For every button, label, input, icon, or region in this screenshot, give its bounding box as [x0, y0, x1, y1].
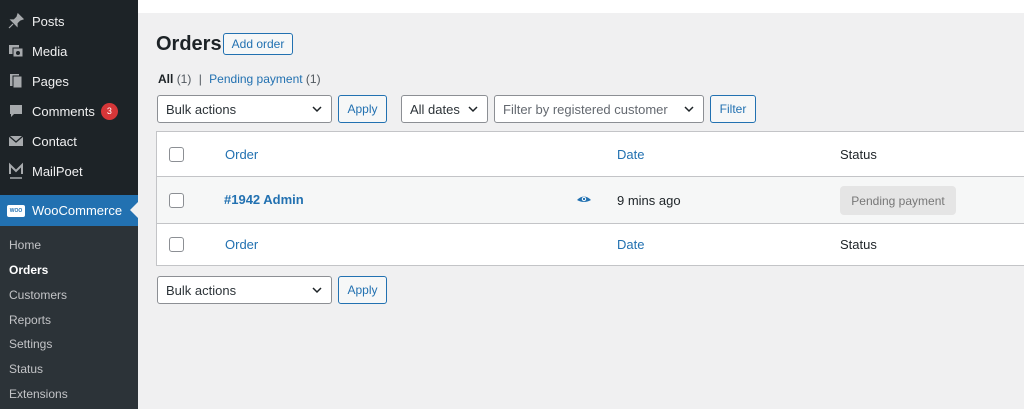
menu-item-pages[interactable]: Pages — [0, 66, 138, 96]
active-menu-pointer — [130, 202, 138, 218]
table-row[interactable]: #1942 Admin 9 mins ago Pending payment — [157, 177, 1024, 224]
apply-button-top[interactable]: Apply — [338, 95, 387, 123]
column-footer-order[interactable]: Order — [225, 237, 258, 252]
bulk-actions-value: Bulk actions — [166, 101, 237, 117]
menu-item-label: Comments — [32, 103, 95, 119]
customer-filter-select[interactable]: Filter by registered customer — [494, 95, 704, 123]
menu-item-posts[interactable]: Posts — [0, 6, 138, 36]
view-separator: | — [198, 72, 202, 86]
top-header-strip — [138, 0, 1024, 13]
view-pending-count: (1) — [305, 72, 321, 86]
menu-item-label: Pages — [32, 73, 69, 89]
menu-item-label: MailPoet — [32, 163, 83, 179]
chevron-down-icon — [468, 106, 478, 113]
status-badge: Pending payment — [840, 186, 956, 215]
row-checkbox[interactable] — [169, 193, 184, 208]
column-header-status: Status — [840, 147, 877, 162]
column-footer-status: Status — [840, 237, 877, 252]
select-all-checkbox-footer[interactable] — [169, 237, 184, 252]
woocommerce-icon: WOO — [6, 201, 26, 221]
order-status-views: All (1) | Pending payment (1) — [158, 72, 321, 86]
bulk-actions-select-top[interactable]: Bulk actions — [157, 95, 332, 123]
column-header-date[interactable]: Date — [617, 147, 644, 162]
add-order-button[interactable]: Add order — [223, 33, 293, 55]
dates-value: All dates — [410, 101, 460, 117]
menu-item-media[interactable]: Media — [0, 36, 138, 66]
column-header-order[interactable]: Order — [225, 147, 258, 162]
submenu-item-home[interactable]: Home — [9, 238, 41, 252]
dates-select[interactable]: All dates — [401, 95, 488, 123]
comment-icon — [6, 101, 26, 121]
customer-filter-placeholder: Filter by registered customer — [503, 101, 668, 117]
menu-item-woocommerce[interactable]: WOO WooCommerce — [0, 195, 138, 226]
page-title: Orders — [156, 33, 222, 55]
comment-count-badge: 3 — [100, 102, 118, 120]
select-all-checkbox[interactable] — [169, 147, 184, 162]
menu-item-label: Contact — [32, 133, 77, 149]
mailpoet-icon — [6, 161, 26, 181]
orders-table: Order Date Status #1942 Admin 9 mins ago… — [156, 131, 1024, 266]
menu-item-comments[interactable]: Comments 3 — [0, 96, 138, 126]
view-pending-link[interactable]: Pending payment — [209, 72, 302, 86]
apply-button-bottom[interactable]: Apply — [338, 276, 387, 304]
chevron-down-icon — [312, 106, 322, 113]
admin-sidebar: Posts Media Pages Comments 3 Contact Mai… — [0, 0, 138, 409]
menu-item-mailpoet[interactable]: MailPoet — [0, 156, 138, 186]
media-icon — [6, 41, 26, 61]
view-all-link[interactable]: All — [158, 72, 173, 86]
menu-item-contact[interactable]: Contact — [0, 126, 138, 156]
submenu-item-orders[interactable]: Orders — [9, 263, 48, 277]
eye-icon[interactable] — [576, 194, 592, 206]
table-footer-row: Order Date Status — [157, 224, 1024, 266]
woocommerce-submenu: Home Orders Customers Reports Settings S… — [0, 226, 138, 409]
woocommerce-icon-text: WOO — [7, 204, 25, 217]
submenu-item-customers[interactable]: Customers — [9, 288, 67, 302]
view-all-count: (1) — [176, 72, 192, 86]
filter-button[interactable]: Filter — [710, 95, 756, 123]
chevron-down-icon — [684, 106, 694, 113]
pin-icon — [6, 11, 26, 31]
bulk-actions-value: Bulk actions — [166, 282, 237, 298]
submenu-item-extensions[interactable]: Extensions — [9, 387, 68, 401]
submenu-item-settings[interactable]: Settings — [9, 337, 52, 351]
submenu-item-status[interactable]: Status — [9, 362, 43, 376]
column-footer-date[interactable]: Date — [617, 237, 644, 252]
menu-item-label: WooCommerce — [32, 203, 123, 218]
table-header-row: Order Date Status — [157, 132, 1024, 177]
bulk-actions-select-bottom[interactable]: Bulk actions — [157, 276, 332, 304]
order-date: 9 mins ago — [617, 193, 681, 208]
chevron-down-icon — [312, 287, 322, 294]
menu-item-label: Posts — [32, 13, 65, 29]
menu-item-label: Media — [32, 43, 68, 59]
pages-icon — [6, 71, 26, 91]
submenu-item-reports[interactable]: Reports — [9, 313, 51, 327]
envelope-icon — [6, 131, 26, 151]
order-link[interactable]: #1942 Admin — [224, 192, 304, 207]
